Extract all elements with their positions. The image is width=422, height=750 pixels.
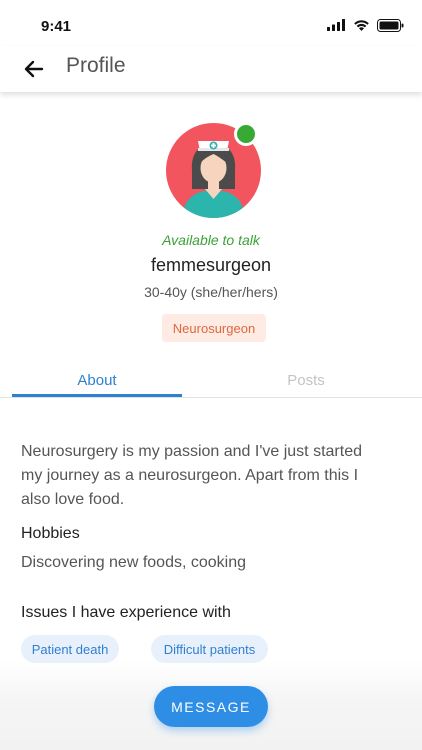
profile-tabs: About Posts: [0, 365, 422, 398]
back-button[interactable]: [20, 55, 48, 83]
arrow-left-icon: [24, 60, 44, 78]
page-title: Profile: [66, 54, 126, 77]
issue-chip[interactable]: Patient death: [21, 635, 119, 663]
active-tab-indicator: [12, 394, 182, 397]
battery-icon: [377, 18, 404, 32]
hobbies-heading: Hobbies: [21, 525, 80, 542]
wifi-icon: [354, 20, 369, 31]
status-time: 9:41: [41, 18, 72, 35]
profession-badge: Neurosurgeon: [162, 314, 266, 342]
status-icons: [327, 18, 404, 32]
availability-status: Available to talk: [162, 232, 260, 248]
hobbies-text: Discovering new foods, cooking: [21, 554, 247, 571]
tab-posts[interactable]: Posts: [220, 372, 392, 389]
age-pronouns: 30-40y (she/her/hers): [144, 284, 278, 300]
bio-text: Neurosurgery is my passion and I've just…: [21, 443, 362, 508]
username: femmesurgeon: [150, 255, 272, 275]
issue-chip[interactable]: Difficult patients: [151, 635, 268, 663]
online-status-indicator: [234, 122, 258, 146]
cellular-signal-icon: [327, 19, 345, 31]
app-bar: Profile: [0, 46, 422, 92]
status-bar: 9:41: [0, 0, 422, 46]
message-button[interactable]: MESSAGE: [154, 686, 268, 727]
tab-about[interactable]: About: [12, 372, 182, 389]
issues-heading: Issues I have experience with: [21, 604, 231, 621]
